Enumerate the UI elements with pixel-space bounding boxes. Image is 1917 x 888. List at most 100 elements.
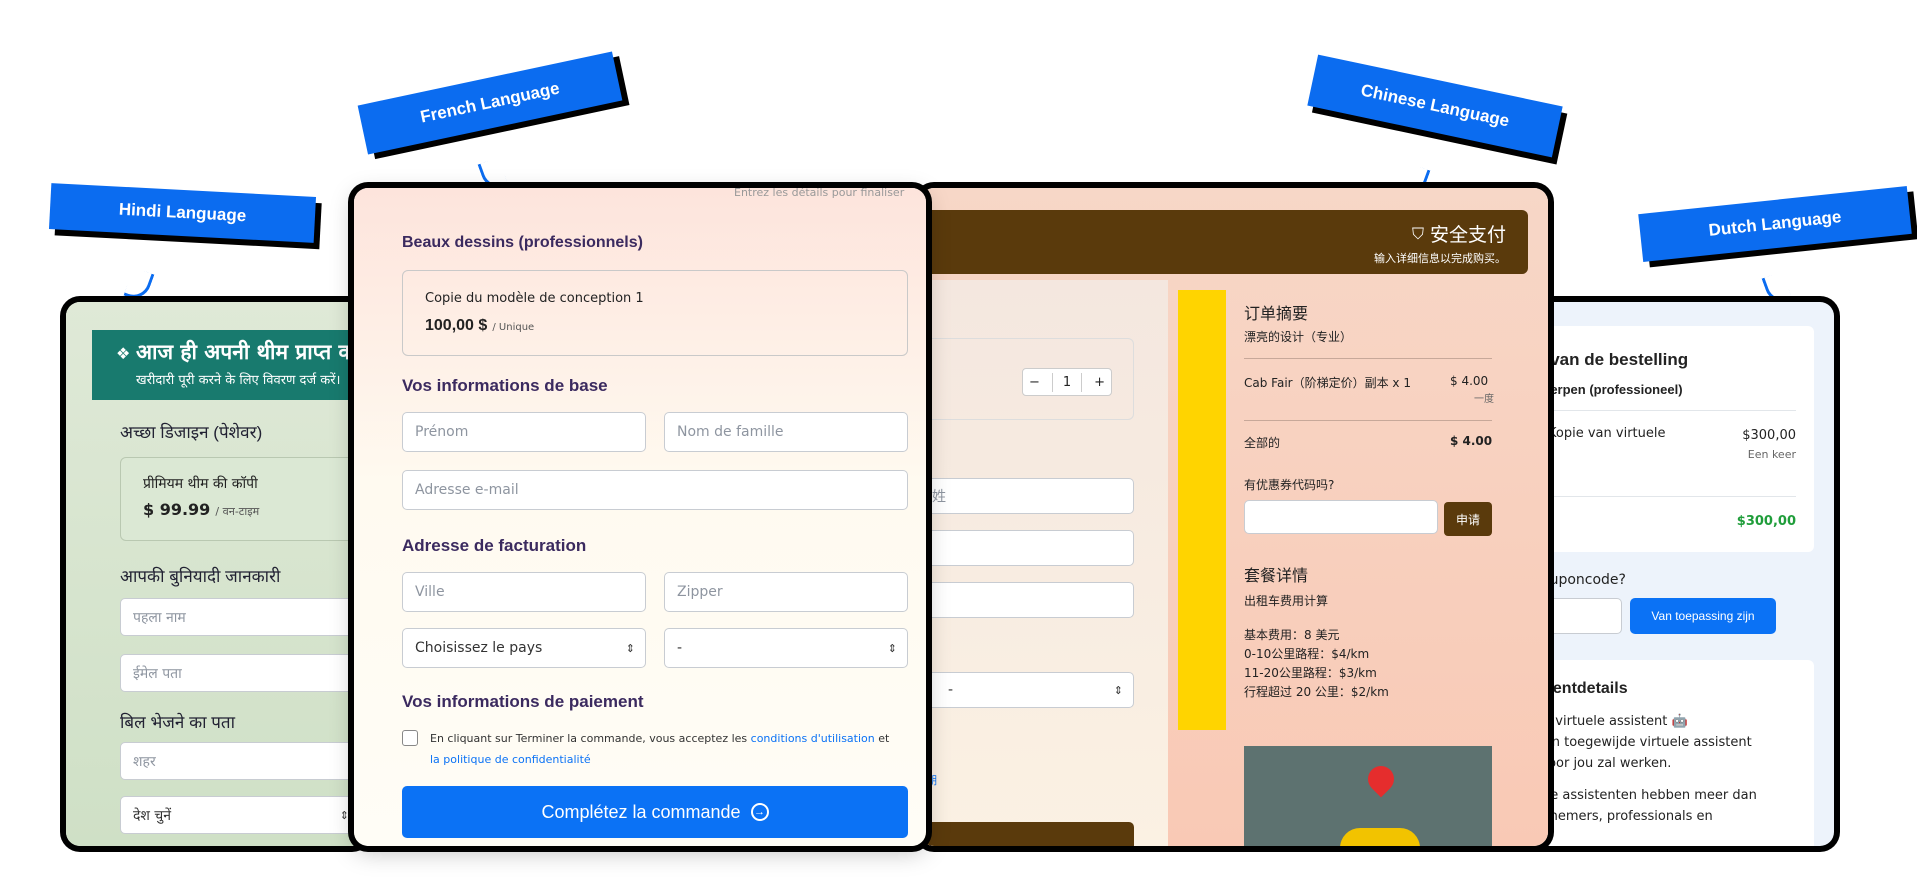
dutch-apply-button[interactable]: Van toepassing zijn [1630,598,1776,634]
hindi-price: $ 99.99 [143,500,211,519]
chinese-apply-button[interactable]: 申请 [1444,502,1492,536]
hindi-tag-label: Hindi Language [118,199,247,226]
complete-order-button[interactable]: Complétez la commande → [402,786,908,838]
chinese-line-item: Cab Fair（阶梯定价）副本 x 1 [1244,376,1411,390]
dutch-line-note: Een keer [1747,448,1796,461]
french-last-name-input[interactable]: Nom de famille [664,412,908,452]
chinese-language-tag: Chinese Language [1307,54,1563,158]
terms-and: et [878,732,890,745]
hindi-city-input[interactable]: शहर [120,742,366,780]
dutch-summary-card: cht van de bestelling ontwerpen (profess… [1520,326,1814,552]
french-checkout-panel: Entrez les détails pour finaliser Beaux … [354,188,926,846]
chinese-field-3[interactable] [920,582,1134,618]
dutch-language-tag: Dutch Language [1638,186,1912,262]
chinese-link-fragment[interactable]: 期 [926,772,937,788]
arrow-circle-icon: → [750,803,769,821]
dutch-detail-4: rtuele assistenten hebben meer dan [1520,788,1757,803]
privacy-link[interactable]: politique de confidentialité [443,753,590,766]
hindi-item-card: प्रीमियम थीम की कॉपी $ 99.99 / वन-टाइम [120,457,366,541]
french-email-input[interactable]: Adresse e-mail [402,470,908,510]
french-price-note: / Unique [492,322,535,333]
complete-order-label: Complétez la commande [541,801,741,822]
taxi-icon [1340,828,1420,846]
minus-icon[interactable]: − [1029,375,1040,390]
chinese-field-2[interactable] [920,530,1134,566]
chinese-header: ⛉ 安全支付 输入详细信息以完成购买。 [920,210,1528,274]
chinese-submit-button[interactable] [920,822,1134,846]
chinese-plan-sub: 出租车费用计算 [1244,594,1329,608]
map-image [1244,746,1492,846]
chinese-total-value: $ 4.00 [1450,434,1493,448]
french-country-value: Choisissez le pays [415,640,543,656]
french-first-name-input[interactable]: Prénom [402,412,646,452]
french-city-input[interactable]: Ville [402,572,646,612]
chinese-total-label: 全部的 [1244,436,1281,450]
layers-icon: ❖ [116,344,131,363]
chinese-fee-4: 行程超过 20 公里：$2/km [1244,685,1389,699]
chinese-tag-label: Chinese Language [1359,80,1511,131]
hindi-product-title: अच्छा डिजाइन (पेशेवर) [120,423,263,442]
french-country-select[interactable]: Choisissez le pays ⇕ [402,628,646,668]
chinese-summary: 订单摘要 漂亮的设计（专业） Cab Fair（阶梯定价）副本 x 1 $ 4.… [1178,280,1520,846]
french-language-tag: French Language [357,51,623,155]
chinese-select[interactable]: - ⇕ [920,672,1134,708]
chinese-fee-3: 11-20公里路程：$3/km [1244,666,1377,680]
french-basic-info-title: Vos informations de base [402,376,608,395]
dutch-checkout-panel: cht van de bestelling ontwerpen (profess… [1520,302,1834,846]
french-product-title: Beaux dessins (professionnels) [402,234,643,251]
hindi-billing-title: बिल भेजने का पता [120,713,236,732]
select-arrows-icon: ⇕ [887,641,897,655]
french-state-value: - [677,640,683,656]
robot-icon: 🤖 [1671,714,1688,729]
hindi-first-name-input[interactable]: पहला नाम [120,598,366,636]
hindi-tag-tail [123,267,155,303]
plus-icon[interactable]: + [1094,375,1105,390]
hindi-email-input[interactable]: ईमेल पता [120,654,366,692]
chinese-coupon-question: 有优惠券代码吗? [1244,478,1335,492]
french-price: 100,00 $ [425,317,488,334]
terms-prefix: En cliquant sur Terminer la commande, vo… [430,732,748,745]
french-item-name: Copie du modèle de conception 1 [425,291,644,306]
privacy-link-prefix[interactable]: la [430,753,440,766]
yellow-bar [1178,290,1226,730]
chinese-line-note: 一度 [1474,394,1494,405]
french-state-select[interactable]: - ⇕ [664,628,908,668]
chinese-summary-sub: 漂亮的设计（专业） [1244,330,1353,344]
hindi-country-value: देश चुनें [133,807,172,824]
chinese-coupon-input[interactable] [1244,500,1438,534]
french-top-hint: Entrez les détails pour finaliser [734,188,905,199]
hindi-header: आज ही अपनी थीम प्राप्त क खरीदारी पूरी कर… [92,330,366,400]
chinese-plan-title: 套餐详情 [1244,566,1309,585]
terms-checkbox[interactable] [402,730,418,746]
chinese-secure-title: 安全支付 [1429,224,1506,246]
select-arrows-icon: ⇕ [339,808,349,822]
chinese-summary-title: 订单摘要 [1244,304,1309,323]
dutch-tag-label: Dutch Language [1707,207,1843,240]
hindi-price-note: / वन-टाइम [215,505,260,518]
select-arrows-icon: ⇕ [625,641,635,655]
dutch-details-card: nementdetails vijde virtuele assistent 🤖… [1520,660,1814,846]
chinese-line-price: $ 4.00 [1450,374,1489,388]
chinese-fee-1: 基本费用：8 美元 [1244,628,1340,642]
chinese-form-area: − 1 + 姓 - ⇕ 期 [920,280,1168,846]
terms-link[interactable]: conditions d'utilisation [751,732,875,745]
dutch-total-value: $300,00 [1736,514,1796,529]
qty-stepper[interactable]: − 1 + [1022,368,1112,396]
french-payment-title: Vos informations de paiement [402,692,644,711]
map-pin-icon [1362,760,1400,798]
dutch-detail-5: ndernemers, professionals en [1520,809,1713,824]
qty-value: 1 [1051,372,1083,392]
french-billing-title: Adresse de facturation [402,536,587,555]
chinese-last-name-input[interactable]: 姓 [920,478,1134,514]
chinese-fee-2: 0-10公里路程：$4/km [1244,647,1370,661]
hindi-item-name: प्रीमियम थीम की कॉपी [143,476,258,492]
hindi-checkout-panel: आज ही अपनी थीम प्राप्त क खरीदारी पूरी कर… [66,302,366,846]
dutch-line-price: $300,00 [1742,428,1796,443]
hindi-header-title: आज ही अपनी थीम प्राप्त क [136,340,355,364]
chinese-select-value: - [948,682,954,698]
french-terms-text: En cliquant sur Terminer la commande, vo… [430,728,900,770]
hindi-country-select[interactable]: देश चुनें ⇕ [120,796,360,834]
chinese-secure-sub: 输入详细信息以完成购买。 [1374,252,1506,265]
shield-icon: ⛉ [1411,223,1424,243]
french-zip-input[interactable]: Zipper [664,572,908,612]
